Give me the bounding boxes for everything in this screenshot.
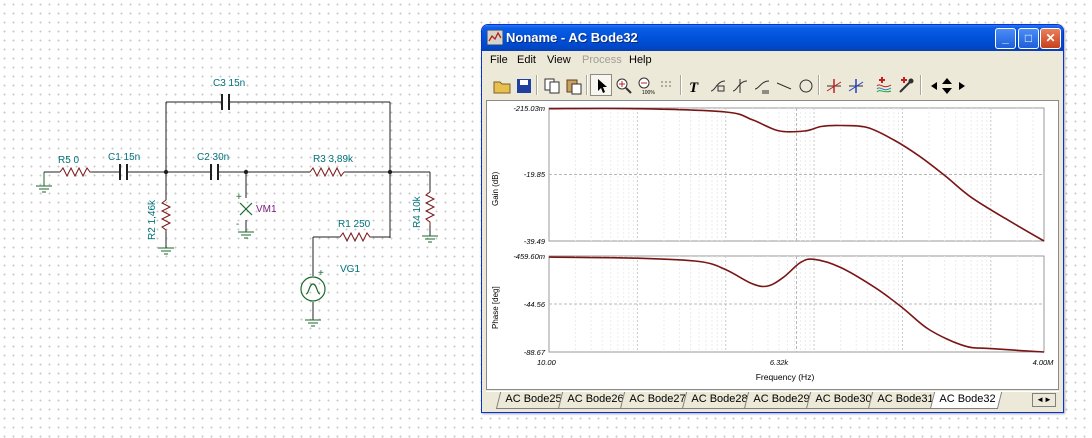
window-title: Noname - AC Bode32 [506,30,638,45]
x-axis-label: Frequency (Hz) [756,372,815,382]
label-r2: R2 1,46k [147,199,158,240]
menu-edit[interactable]: Edit [517,54,536,66]
tab-label: AC Bode27 [629,393,686,405]
color-picker-icon[interactable] [894,74,916,96]
tab-label: AC Bode31 [877,393,934,405]
save-disk-icon[interactable] [512,74,534,96]
label-c1: C1 15n [108,152,140,163]
zoom-100-icon[interactable]: 100% [634,74,656,96]
grid-icon[interactable] [656,74,678,96]
svg-text:100%: 100% [642,90,655,95]
tab-label: AC Bode32 [939,393,996,405]
paste-icon[interactable] [562,74,584,96]
curve-label-icon[interactable] [706,74,728,96]
phase-tick-bottom: -88.67 [524,348,546,357]
ground-symbol-vg1 [305,319,321,327]
label-vm1: VM1 [256,204,277,215]
minimize-button[interactable]: _ [995,28,1016,49]
phase-axis-label: Phase [deg] [491,286,500,329]
label-r5: R5 0 [58,155,80,166]
label-r3: R3 3,89k [313,154,354,165]
vm1-plus-sign: + [236,192,242,203]
tab-label: AC Bode28 [691,393,748,405]
arrow-pointer-icon[interactable] [590,74,612,96]
voltage-generator-vg1[interactable]: + VG1 [300,264,360,302]
vg1-plus-sign: + [318,268,324,279]
x-tick-mid: 6.32k [770,358,790,367]
menu-view[interactable]: View [547,54,571,66]
circle-tool-icon[interactable] [794,74,816,96]
tab-scroll-buttons[interactable]: ◄► [1032,393,1056,407]
marker-icon[interactable] [728,74,750,96]
phase-tick-mid: -44.56 [524,300,546,309]
app-icon [487,30,503,45]
capacitor-c2[interactable]: C2 30n [197,152,230,180]
arrow-updown-icon[interactable] [938,74,954,96]
label-r1: R1 250 [338,219,371,230]
bode-plot-area[interactable]: Gain (dB) -215.03m -19.85 -39.49 Phase [… [486,100,1059,390]
capacitor-c1[interactable]: C1 15n [108,152,140,180]
label-c3: C3 15n [213,78,245,89]
svg-text:T: T [689,80,699,95]
text-tool-icon[interactable]: T [684,74,706,96]
label-vg1: VG1 [340,264,360,275]
resistor-r1[interactable]: R1 250 [338,219,372,243]
schematic-wires [44,101,431,320]
add-curve-icon[interactable] [872,74,894,96]
tab-label: AC Bode25 [505,393,562,405]
menu-process[interactable]: Process [582,54,622,66]
voltmeter-vm1[interactable]: + - VM1 [236,192,277,230]
bode-plot-svg[interactable]: Gain (dB) -215.03m -19.85 -39.49 Phase [… [487,101,1058,389]
open-folder-icon[interactable] [490,74,512,96]
zoom-in-icon[interactable] [612,74,634,96]
ground-symbol-vm1 [238,231,254,239]
maximize-button[interactable]: □ [1018,28,1039,49]
copy-icon[interactable] [540,74,562,96]
gain-tick-bottom: -39.49 [524,237,546,246]
window-titlebar[interactable]: Noname - AC Bode32 _ □ ✕ [482,25,1063,51]
gain-axis-label: Gain (dB) [491,171,500,206]
ground-symbol-r4 [422,235,438,243]
resistor-r4[interactable]: R4 10k [412,191,436,228]
gain-tick-top: -215.03m [513,104,545,113]
gain-tick-mid: -19.85 [524,170,546,179]
menu-help[interactable]: Help [629,54,652,66]
x-tick-end: 4.00M [1033,358,1055,367]
x-tick-start: 10.00 [537,358,557,367]
gain-panel: Gain (dB) -215.03m -19.85 -39.49 [491,104,1045,246]
menu-bar: File Edit View Process Help [482,51,1063,70]
ground-symbol-r5 [36,172,52,193]
ac-bode-window[interactable]: Noname - AC Bode32 _ □ ✕ File Edit View … [481,24,1064,413]
toolbar: 100% T [486,72,1060,98]
tab-bar: AC Bode25 AC Bode26 AC Bode27 AC Bode28 AC B… [486,391,1059,409]
circuit-schematic[interactable]: R5 0 C1 15n C3 15n C2 30n R3 3,89k R2 1,… [0,0,470,438]
resistor-r2[interactable]: R2 1,46k [147,199,172,240]
resistor-r5[interactable]: R5 0 [58,155,92,178]
capacitor-c3[interactable]: C3 15n [213,78,245,110]
menu-file[interactable]: File [490,54,508,66]
marker-list-icon[interactable] [750,74,772,96]
ground-symbol-r2 [158,247,174,255]
close-button[interactable]: ✕ [1040,28,1061,49]
tab-label: AC Bode29 [753,393,810,405]
line-tool-icon[interactable] [772,74,794,96]
phase-panel: Phase [deg] -459.60m -44.56 -88.67 10.00… [491,252,1054,382]
cursor-a-icon[interactable] [822,74,844,96]
tab-ac-bode32[interactable]: AC Bode32 [929,392,1003,409]
arrow-right-icon[interactable] [954,74,967,96]
tab-label: AC Bode26 [567,393,624,405]
cursor-b-icon[interactable] [844,74,866,96]
resistor-r3[interactable]: R3 3,89k [309,154,354,178]
tab-label: AC Bode30 [815,393,872,405]
vm1-minus-sign: - [236,219,239,230]
label-c2: C2 30n [197,152,229,163]
label-r4: R4 10k [412,195,423,228]
phase-tick-top: -459.60m [513,252,545,261]
